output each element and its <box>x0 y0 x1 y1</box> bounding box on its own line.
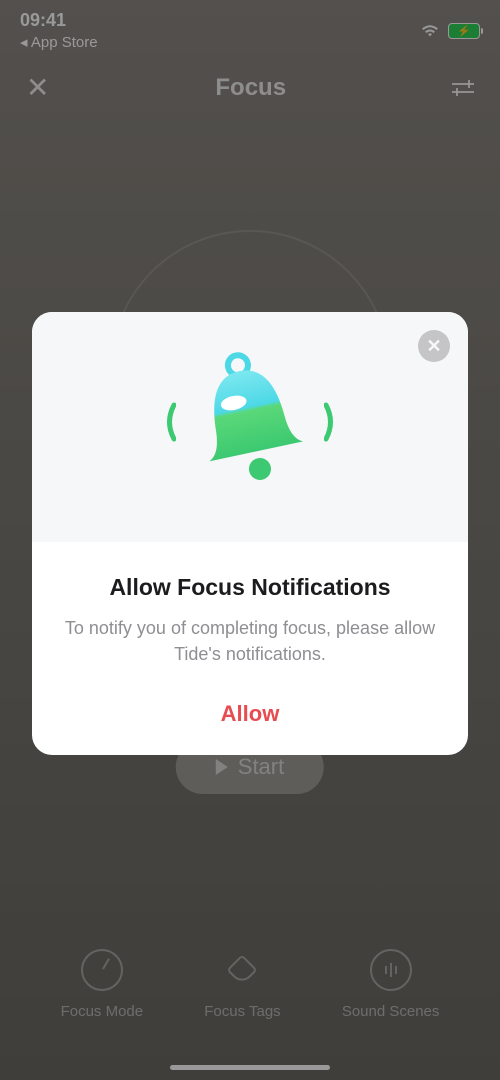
modal-illustration-area: ✕ <box>32 312 468 542</box>
modal-title: Allow Focus Notifications <box>56 574 444 601</box>
modal-close-button[interactable]: ✕ <box>418 330 450 362</box>
modal-description: To notify you of completing focus, pleas… <box>56 615 444 667</box>
notification-modal: ✕ <box>32 312 468 755</box>
bell-icon <box>162 352 338 492</box>
allow-button[interactable]: Allow <box>56 701 444 727</box>
